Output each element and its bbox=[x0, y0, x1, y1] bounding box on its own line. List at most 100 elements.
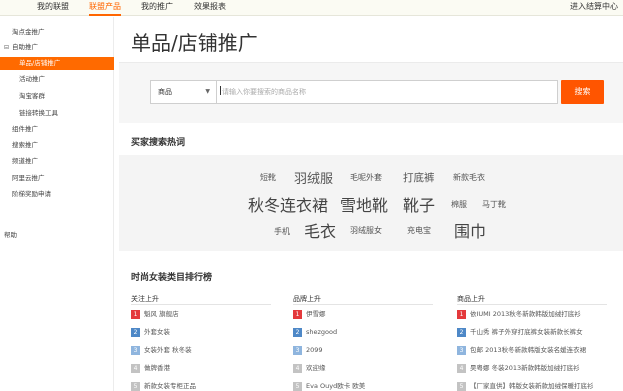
rank-badge-icon: 1 bbox=[457, 310, 466, 319]
sidebar-item-self-service[interactable]: ⊟ 自助推广 bbox=[0, 41, 114, 54]
rank-badge-icon: 3 bbox=[457, 346, 466, 355]
chevron-down-icon: ▼ bbox=[205, 88, 210, 95]
sidebar-item-label: 链接转换工具 bbox=[19, 109, 58, 117]
sidebar-item-taoke-group[interactable]: 淘宝客群 bbox=[0, 90, 114, 103]
sidebar-item-channel-promotion[interactable]: 频道推广 bbox=[0, 155, 114, 168]
text-cursor bbox=[220, 86, 221, 95]
top-navigation: 我的联盟 联盟产品 我的推广 效果报表 进入结算中心 bbox=[0, 0, 623, 16]
sidebar-item-item-store-promotion[interactable]: 单品/店铺推广 bbox=[0, 57, 114, 70]
search-placeholder: 请输入你要搜索的商品名称 bbox=[222, 88, 306, 96]
sidebar-item-aliyun-promotion[interactable]: 阿里云推广 bbox=[0, 172, 114, 185]
hot-keyword[interactable]: 羽绒服 bbox=[294, 168, 333, 187]
sidebar-item-activity-promotion[interactable]: 活动推广 bbox=[0, 73, 114, 86]
sidebar-item-label: 活动推广 bbox=[19, 75, 45, 83]
ranking-row-label: 外套女装 bbox=[144, 328, 170, 336]
hot-keyword[interactable]: 打底裤 bbox=[403, 170, 435, 185]
ranking-row[interactable]: 3 包邮 2013秋冬新款韩版女装名媛连衣裙 bbox=[457, 341, 607, 359]
sidebar-item-label: 淘点金推广 bbox=[12, 28, 45, 36]
rank-badge-icon: 3 bbox=[131, 346, 140, 355]
ranking-row-label: 2099 bbox=[306, 346, 323, 354]
ranking-row-label: 女装外套 秋冬装 bbox=[144, 346, 192, 354]
ranking-row[interactable]: 1 伊雪娜 bbox=[293, 305, 433, 323]
ranking-column-head: 品牌上升 bbox=[293, 293, 433, 305]
rank-badge-icon: 3 bbox=[293, 346, 302, 355]
ranking-row-label: 做牌香港 bbox=[144, 364, 170, 372]
rank-badge-icon: 4 bbox=[457, 364, 466, 373]
ranking-row-label: 包邮 2013秋冬新款韩版女装名媛连衣裙 bbox=[470, 346, 587, 354]
hot-keyword[interactable]: 手机 bbox=[274, 226, 290, 237]
hot-keyword[interactable]: 毛呢外套 bbox=[350, 172, 382, 183]
sidebar-item-search-promotion[interactable]: 搜索推广 bbox=[0, 139, 114, 152]
rank-badge-icon: 2 bbox=[293, 328, 302, 337]
hot-keyword[interactable]: 秋冬连衣裙 bbox=[248, 192, 328, 216]
rank-badge-icon: 2 bbox=[457, 328, 466, 337]
hot-keyword[interactable]: 毛衣 bbox=[304, 218, 336, 242]
search-button[interactable]: 搜索 bbox=[561, 80, 604, 104]
sidebar-item-widget-promotion[interactable]: 组件推广 bbox=[0, 123, 114, 136]
rank-badge-icon: 4 bbox=[293, 364, 302, 373]
search-input[interactable]: 请输入你要搜索的商品名称 bbox=[216, 80, 558, 104]
hot-keyword[interactable]: 充电宝 bbox=[407, 225, 431, 236]
sidebar-item-label: 阶梯奖励申请 bbox=[12, 190, 51, 198]
ranking-column-brand: 品牌上升 1 伊雪娜 2 shezgood 3 2099 4 欢迎缘 5 Eva Ouyd… bbox=[293, 293, 433, 391]
ranking-row[interactable]: 3 女装外套 秋冬装 bbox=[131, 341, 271, 359]
ranking-title: 时尚女装类目排行榜 bbox=[131, 273, 213, 283]
page-title: 单品/店铺推广 bbox=[131, 31, 258, 55]
ranking-column-head: 商品上升 bbox=[457, 293, 607, 305]
hot-keyword[interactable]: 短靴 bbox=[260, 172, 276, 183]
ranking-row[interactable]: 2 千山秀 裤子外穿打底裤女装新款长裤女 bbox=[457, 323, 607, 341]
rank-badge-icon: 5 bbox=[131, 382, 140, 391]
sidebar-item-label: 频道推广 bbox=[12, 157, 38, 165]
nav-effect-reports[interactable]: 效果报表 bbox=[194, 0, 226, 16]
nav-alliance-products[interactable]: 联盟产品 bbox=[89, 0, 121, 16]
ranking-row[interactable]: 1 依IUMI 2013秋冬新款韩版加绒打底衫 bbox=[457, 305, 607, 323]
ranking-row-label: 【厂家直供】韩版女装新款加绒保暖打底衫 bbox=[470, 382, 594, 390]
rank-badge-icon: 1 bbox=[131, 310, 140, 319]
sidebar-item-label: 自助推广 bbox=[12, 43, 38, 51]
search-type-value: 商品 bbox=[158, 88, 172, 96]
ranking-row-label: 新款女装专柜正品 bbox=[144, 382, 196, 390]
hot-keyword[interactable]: 棉服 bbox=[451, 199, 467, 210]
ranking-row[interactable]: 4 欢迎缘 bbox=[293, 359, 433, 377]
ranking-row[interactable]: 5 新款女装专柜正品 bbox=[131, 377, 271, 391]
ranking-row-label: 魁风 旗舰店 bbox=[144, 310, 179, 318]
nav-my-alliance[interactable]: 我的联盟 bbox=[37, 0, 69, 16]
sidebar: 淘点金推广 ⊟ 自助推广 单品/店铺推广 活动推广 淘宝客群 链接转换工具 组件推… bbox=[0, 17, 114, 391]
rank-badge-icon: 2 bbox=[131, 328, 140, 337]
ranking-row[interactable]: 4 做牌香港 bbox=[131, 359, 271, 377]
ranking-row[interactable]: 2 shezgood bbox=[293, 323, 433, 341]
ranking-row-label: 依IUMI 2013秋冬新款韩版加绒打底衫 bbox=[470, 310, 581, 318]
hot-keywords-title: 买家搜索热词 bbox=[131, 138, 186, 148]
ranking-column-head: 关注上升 bbox=[131, 293, 271, 305]
ranking-row[interactable]: 4 昊粤娜 冬装2013新款韩版加绒打底衫 bbox=[457, 359, 607, 377]
hot-keyword[interactable]: 靴子 bbox=[403, 192, 435, 216]
ranking-row[interactable]: 2 外套女装 bbox=[131, 323, 271, 341]
hot-keyword[interactable]: 雪地靴 bbox=[340, 192, 388, 216]
ranking-row[interactable]: 5 【厂家直供】韩版女装新款加绒保暖打底衫 bbox=[457, 377, 607, 391]
ranking-row-label: 昊粤娜 冬装2013新款韩版加绒打底衫 bbox=[470, 364, 580, 372]
sidebar-item-label: 组件推广 bbox=[12, 125, 38, 133]
search-type-select[interactable]: 商品 ▼ bbox=[150, 80, 216, 104]
rank-badge-icon: 4 bbox=[131, 364, 140, 373]
sidebar-item-tier-reward[interactable]: 阶梯奖励申请 bbox=[0, 188, 114, 201]
nav-settlement-center-link[interactable]: 进入结算中心 bbox=[570, 0, 618, 16]
sidebar-item-link-tool[interactable]: 链接转换工具 bbox=[0, 107, 114, 120]
hot-keyword[interactable]: 羽绒服女 bbox=[350, 225, 382, 236]
ranking-row-label: shezgood bbox=[306, 328, 338, 336]
nav-my-promotion[interactable]: 我的推广 bbox=[141, 0, 173, 16]
sidebar-item-label: 阿里云推广 bbox=[12, 174, 45, 182]
ranking-row[interactable]: 1 魁风 旗舰店 bbox=[131, 305, 271, 323]
rank-badge-icon: 5 bbox=[457, 382, 466, 391]
ranking-row[interactable]: 5 Eva Ouyd欧卡 欧美 bbox=[293, 377, 433, 391]
ranking-row-label: Eva Ouyd欧卡 欧美 bbox=[306, 382, 366, 390]
hot-keyword[interactable]: 新款毛衣 bbox=[453, 172, 485, 183]
rank-badge-icon: 5 bbox=[293, 382, 302, 391]
hot-keyword[interactable]: 马丁靴 bbox=[482, 199, 506, 210]
sidebar-item-label: 单品/店铺推广 bbox=[19, 59, 61, 67]
sidebar-item-label: 淘宝客群 bbox=[19, 92, 45, 100]
hot-keyword[interactable]: 围巾 bbox=[454, 218, 486, 242]
ranking-row[interactable]: 3 2099 bbox=[293, 341, 433, 359]
sidebar-item-taodianjin[interactable]: 淘点金推广 bbox=[0, 26, 114, 39]
sidebar-help[interactable]: 帮助 bbox=[0, 229, 114, 242]
collapse-icon: ⊟ bbox=[4, 44, 10, 51]
